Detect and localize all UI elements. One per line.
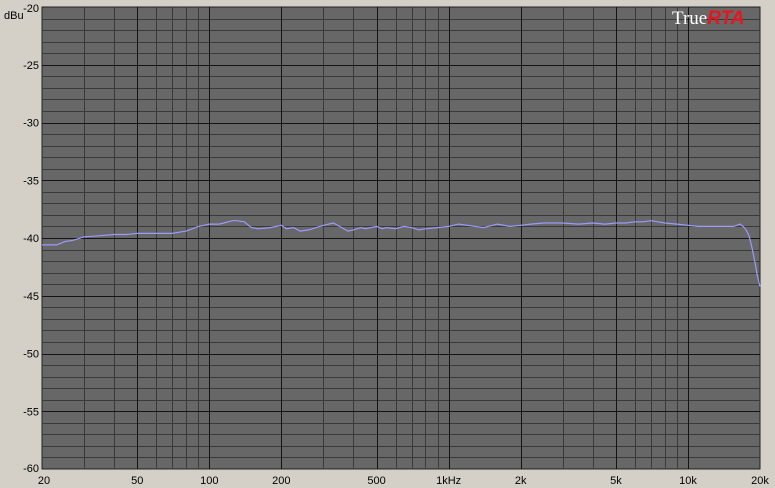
y-tick-label: -60	[23, 463, 39, 475]
spectrum-chart: -20 -25 -30 -35 -40 -45 -50 -55 -60 20 50 100 200 50…	[0, 0, 775, 488]
y-tick-label: -25	[23, 60, 39, 72]
y-tick-label: -40	[23, 233, 39, 245]
logo-rta-text: RTA	[707, 8, 744, 29]
y-tick-label: -55	[23, 406, 39, 418]
y-axis-unit-label: dBu	[4, 10, 24, 22]
x-tick-label: 2k	[515, 475, 527, 487]
y-tick-label: -20	[23, 3, 39, 15]
x-tick-label: 100	[200, 475, 218, 487]
x-tick-label: 500	[367, 475, 385, 487]
y-tick-label: -35	[23, 175, 39, 187]
truerta-logo: TrueRTA	[672, 8, 745, 29]
logo-true-text: True	[672, 8, 707, 29]
y-tick-label: -30	[23, 118, 39, 130]
y-tick-label: -45	[23, 291, 39, 303]
x-tick-label: 20k	[751, 475, 769, 487]
x-tick-label: 1kHz	[436, 475, 461, 487]
x-tick-label: 5k	[610, 475, 622, 487]
x-tick-label: 10k	[679, 475, 697, 487]
x-tick-label: 200	[272, 475, 290, 487]
y-tick-label: -50	[23, 349, 39, 361]
x-tick-label: 20	[38, 475, 50, 487]
x-tick-label: 50	[131, 475, 143, 487]
